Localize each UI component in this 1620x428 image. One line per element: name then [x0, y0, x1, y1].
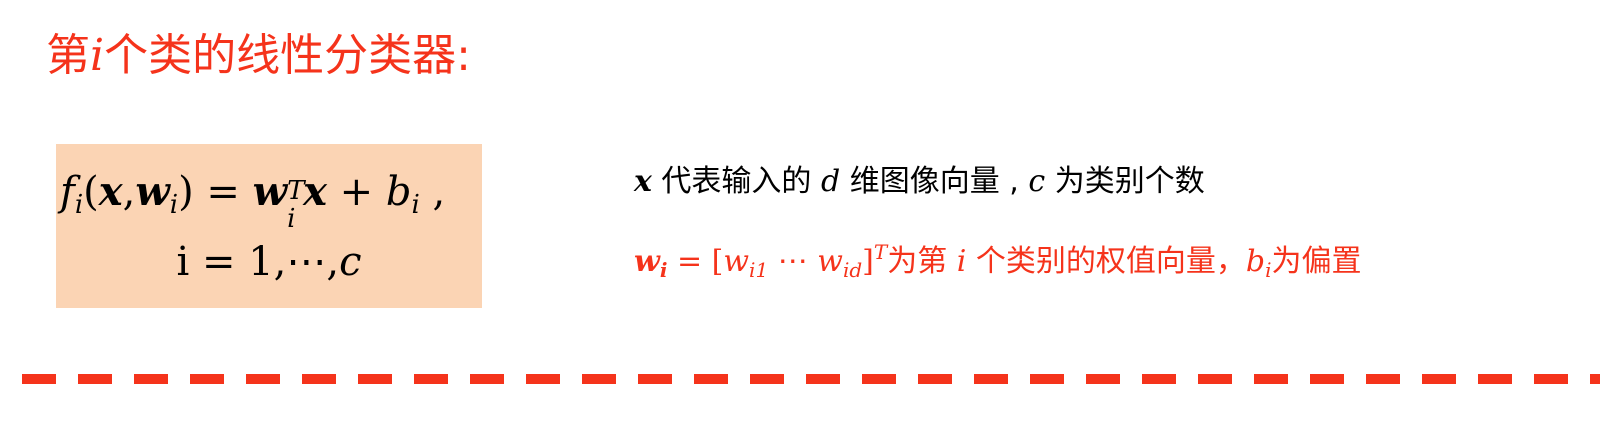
- formula-f-sub: i: [74, 190, 84, 220]
- formula-trailing-comma: ,: [419, 169, 446, 215]
- formula-line-1: fi(x,wi) = wTix + bi ,: [60, 166, 446, 234]
- formula-b: b: [385, 169, 412, 215]
- desc2-dots: ⋯: [768, 244, 818, 279]
- desc2-T: T: [873, 240, 888, 264]
- formula-open-paren: (: [83, 169, 99, 215]
- desc2-eq: = [: [667, 244, 724, 279]
- desc-x: x: [634, 164, 652, 199]
- formula-f: f: [60, 169, 75, 215]
- desc2-b: b: [1245, 244, 1266, 279]
- desc2-text-a: 为第: [887, 244, 957, 279]
- desc2-w2: w: [817, 244, 843, 279]
- desc2-close: ]: [862, 244, 874, 279]
- desc2-w2-sub: id: [842, 258, 863, 282]
- slide-title: 第i个类的线性分类器:: [46, 28, 471, 84]
- desc2-w1-sub: i1: [749, 258, 769, 282]
- formula-box: fi(x,wi) = wTix + bi , i = 1,⋯,c: [56, 144, 482, 308]
- desc2-text-c: 为偏置: [1271, 244, 1362, 279]
- formula-c: c: [339, 239, 362, 285]
- description-line-2: wi = [wi1 ⋯ wid]T为第 i 个类别的权值向量，bi为偏置: [634, 242, 1362, 282]
- formula-supsub: Ti: [287, 176, 304, 234]
- desc2-w: w: [634, 244, 660, 279]
- formula-b-sub: i: [411, 190, 420, 220]
- desc-c: c: [1028, 164, 1046, 199]
- formula-index-range: i = 1,⋯,: [176, 239, 340, 285]
- formula-x-2: x: [303, 168, 327, 215]
- desc-text-b: 维图像向量 ,: [840, 164, 1029, 199]
- description-line-1: x 代表输入的 d 维图像向量 , c 为类别个数: [634, 162, 1205, 202]
- desc2-i: i: [956, 244, 967, 279]
- formula-comma: ,: [122, 169, 136, 215]
- formula-line-2: i = 1,⋯,c: [56, 236, 482, 288]
- desc2-text-b: 个类别的权值向量，: [966, 244, 1246, 279]
- title-var-i: i: [90, 30, 105, 81]
- slide: 第i个类的线性分类器: fi(x,wi) = wTix + bi , i = 1…: [0, 0, 1620, 428]
- formula-close-paren: ): [178, 169, 194, 215]
- formula-w-sub: i: [169, 190, 179, 220]
- desc-d: d: [820, 164, 841, 199]
- formula-plus: +: [326, 169, 386, 215]
- formula-w-transpose: w: [252, 168, 288, 215]
- desc-text-a: 代表输入的: [651, 164, 821, 199]
- formula-w: w: [135, 168, 170, 215]
- formula-x: x: [98, 168, 123, 215]
- desc-text-c: 为类别个数: [1045, 164, 1205, 199]
- dashed-divider: [22, 374, 1600, 384]
- formula-equals: =: [193, 169, 253, 215]
- desc2-w1: w: [723, 244, 750, 279]
- title-suffix: 个类的线性分类器:: [104, 30, 471, 81]
- title-prefix: 第: [46, 30, 90, 81]
